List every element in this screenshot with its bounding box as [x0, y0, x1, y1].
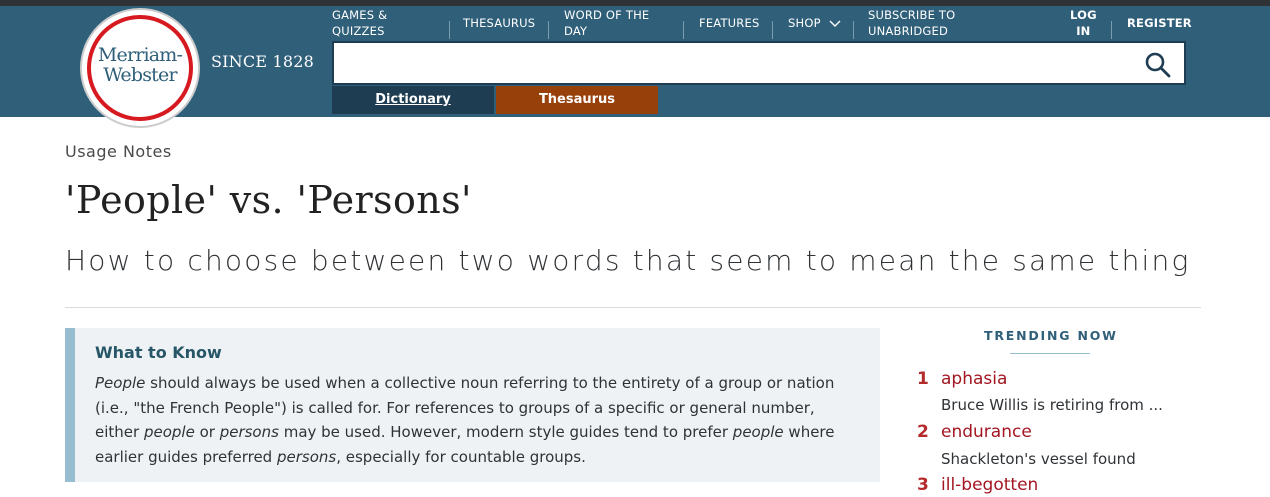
nav-separator — [449, 21, 450, 39]
emphasis-text: people — [732, 423, 784, 441]
nav-register[interactable]: REGISTER — [1127, 15, 1192, 31]
nav-word-of-the-day[interactable]: WORD OF THE DAY — [564, 7, 649, 39]
nav-games-line2: QUIZZES — [332, 24, 385, 38]
nav-games-quizzes[interactable]: GAMES & QUIZZES — [332, 7, 387, 39]
nav-wotd-line2: DAY — [564, 24, 588, 38]
page-title: 'People' vs. 'Persons' — [65, 178, 472, 222]
nav-separator — [1111, 21, 1112, 39]
tab-thesaurus[interactable]: Thesaurus — [496, 86, 658, 114]
emphasis-text: persons — [219, 423, 279, 441]
since-1828: SINCE 1828 — [211, 52, 315, 71]
logo-wordmark: Merriam- Webster — [82, 45, 198, 85]
trending-word[interactable]: endurance — [941, 422, 1032, 442]
trending-underline — [1010, 353, 1090, 354]
search-input[interactable] — [342, 49, 1132, 77]
nav-features[interactable]: FEATURES — [699, 15, 759, 31]
trending-description[interactable]: Shackleton's vessel found — [941, 450, 1186, 468]
article-eyebrow[interactable]: Usage Notes — [65, 142, 172, 161]
trending-rank: 3 — [917, 475, 929, 495]
nav-shop[interactable]: SHOP — [788, 15, 841, 31]
nav-login-line2: IN — [1076, 24, 1091, 38]
nav-subscribe-line2: UNABRIDGED — [868, 24, 949, 38]
tab-dictionary-label: Dictionary — [375, 92, 451, 107]
divider — [65, 307, 1201, 308]
nav-shop-label: SHOP — [788, 16, 821, 30]
body-text: or — [194, 423, 220, 441]
what-to-know-heading: What to Know — [95, 343, 222, 362]
what-to-know-body: People should always be used when a coll… — [95, 371, 855, 469]
trending-now-title: TRENDING NOW — [984, 328, 1118, 343]
emphasis-text: persons — [276, 447, 337, 466]
nav-separator — [853, 21, 854, 39]
search-icon[interactable] — [1144, 51, 1172, 79]
trending-rank: 1 — [917, 369, 929, 389]
page-subtitle: How to choose between two words that see… — [65, 244, 1191, 277]
body-text: , especially for countable groups. — [336, 447, 586, 466]
trending-rank: 2 — [917, 422, 929, 442]
trending-description[interactable]: Bruce Willis is retiring from ... — [941, 396, 1186, 414]
nav-wotd-line1: WORD OF THE — [564, 8, 650, 22]
body-text: may be used. However, modern style guide… — [278, 423, 733, 441]
tab-dictionary[interactable]: Dictionary — [332, 86, 494, 114]
nav-login-line1: LOG — [1070, 8, 1097, 22]
nav-separator — [548, 21, 549, 39]
nav-separator — [772, 21, 773, 39]
emphasis-text: People — [95, 374, 146, 392]
nav-separator — [683, 21, 684, 39]
nav-games-line1: GAMES & — [332, 8, 388, 22]
nav-thesaurus[interactable]: THESAURUS — [463, 15, 535, 31]
logo-line1: Merriam- — [97, 44, 183, 66]
merriam-webster-logo[interactable]: Merriam- Webster — [80, 8, 200, 128]
emphasis-text: people — [143, 423, 195, 441]
what-to-know-box: What to Know People should always be use… — [65, 328, 880, 482]
nav-subscribe-unabridged[interactable]: SUBSCRIBE TO UNABRIDGED — [868, 7, 955, 39]
nav-subscribe-line1: SUBSCRIBE TO — [868, 8, 956, 22]
nav-login[interactable]: LOG IN — [1070, 7, 1097, 39]
trending-word[interactable]: ill-begotten — [941, 475, 1038, 495]
trending-word[interactable]: aphasia — [941, 369, 1007, 389]
logo-line2: Webster — [103, 64, 177, 86]
chevron-down-icon — [829, 20, 841, 27]
search-box — [332, 41, 1186, 85]
